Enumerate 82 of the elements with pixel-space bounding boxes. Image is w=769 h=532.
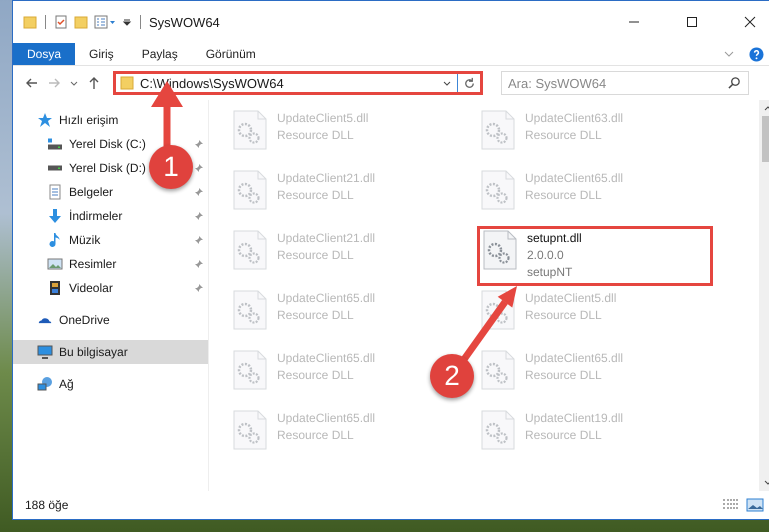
nav-item[interactable]: Ağ — [13, 372, 78, 396]
properties-icon[interactable] — [94, 15, 116, 29]
window-title: SysWOW64 — [149, 14, 220, 30]
gear-file-icon — [481, 110, 515, 150]
close-icon[interactable] — [744, 16, 756, 28]
file-name: UpdateClient21.dll — [277, 170, 376, 187]
search-field[interactable]: Ara: SysWOW64 — [501, 71, 749, 95]
ribbon-tab[interactable]: Görünüm — [192, 43, 270, 65]
file-name: UpdateClient19.dll — [525, 410, 624, 427]
back-arrow-icon[interactable] — [25, 76, 39, 90]
picture-icon — [47, 256, 63, 272]
file-detail: Resource DLL — [277, 427, 355, 444]
nav-item[interactable]: Hızlı erişim — [13, 108, 122, 132]
folder-icon — [120, 76, 134, 90]
gear-file-icon — [233, 290, 267, 330]
drive-icon — [47, 136, 63, 152]
file-name: UpdateClient65.dll — [277, 290, 376, 307]
gear-file-icon — [481, 170, 515, 210]
gear-file-icon — [233, 170, 267, 210]
download-arrow-icon — [47, 208, 63, 224]
file-detail: Resource DLL — [277, 367, 355, 384]
document-icon — [47, 184, 63, 200]
film-strip-icon — [47, 280, 63, 296]
nav-item[interactable]: Yerel Disk (D:) — [13, 156, 150, 180]
gear-file-icon — [481, 410, 515, 450]
file-name: UpdateClient5.dll — [525, 290, 616, 307]
up-arrow-icon[interactable] — [87, 76, 101, 90]
file-detail: Resource DLL — [525, 127, 603, 144]
refresh-icon[interactable] — [462, 76, 476, 90]
large-icons-view-icon[interactable] — [746, 498, 764, 512]
file-detail: Resource DLL — [277, 307, 355, 324]
ribbon-tab[interactable]: Dosya — [13, 43, 76, 65]
file-detail: Resource DLL — [525, 307, 603, 324]
file-name: UpdateClient65.dll — [277, 350, 376, 367]
checklist-icon[interactable] — [54, 15, 68, 29]
file-detail: Resource DLL — [525, 427, 603, 444]
address-bar[interactable]: C:\Windows\SysWOW64 — [113, 71, 483, 95]
nav-item[interactable]: İndirmeler — [13, 204, 126, 228]
gear-file-icon — [233, 110, 267, 150]
callout-number: 2 — [430, 354, 474, 398]
monitor-icon — [37, 344, 53, 360]
ribbon-tab[interactable]: Giriş — [75, 43, 128, 65]
nav-item[interactable]: Resimler — [13, 252, 120, 276]
network-globe-icon — [37, 376, 53, 392]
file-name: UpdateClient65.dll — [525, 170, 624, 187]
star-icon — [37, 112, 53, 128]
ribbon-tab[interactable]: Paylaş — [128, 43, 192, 65]
nav-item[interactable]: Yerel Disk (C:) — [13, 132, 150, 156]
file-name: setupnt.dll — [527, 230, 582, 247]
file-item[interactable]: setupnt.dll 2.0.0.0 setupNT — [477, 226, 713, 286]
nav-item[interactable]: OneDrive — [13, 308, 114, 332]
nav-item[interactable]: Belgeler — [13, 180, 118, 204]
nav-item[interactable]: Müzik — [13, 228, 104, 252]
gear-file-icon — [481, 290, 515, 330]
item-count: 188 öğe — [25, 498, 68, 512]
gear-file-icon — [483, 230, 517, 270]
callout-number: 1 — [149, 145, 193, 189]
maximize-icon[interactable] — [686, 16, 698, 28]
nav-item[interactable]: Videolar — [13, 276, 117, 300]
gear-file-icon — [233, 230, 267, 270]
folder-icon — [23, 15, 37, 29]
drive-icon — [47, 164, 63, 172]
file-detail: Resource DLL — [525, 367, 603, 384]
file-name: UpdateClient5.dll — [277, 110, 368, 127]
cloud-icon — [37, 316, 53, 324]
search-icon — [728, 76, 741, 89]
gear-file-icon — [233, 350, 267, 390]
gear-file-icon — [233, 410, 267, 450]
file-detail: Resource DLL — [525, 187, 603, 204]
nav-item[interactable]: Bu bilgisayar — [13, 340, 208, 364]
file-name: UpdateClient21.dll — [277, 230, 376, 247]
file-name: UpdateClient63.dll — [525, 110, 624, 127]
file-detail: Resource DLL — [277, 247, 355, 264]
file-detail: setupNT — [527, 264, 574, 281]
file-detail: Resource DLL — [277, 127, 355, 144]
help-icon[interactable] — [749, 46, 764, 62]
file-detail: 2.0.0.0 — [527, 247, 565, 264]
dropdown-caret-icon[interactable] — [122, 17, 132, 27]
file-detail: Resource DLL — [277, 187, 355, 204]
gear-file-icon — [481, 350, 515, 390]
file-name: UpdateClient65.dll — [277, 410, 376, 427]
file-name: UpdateClient65.dll — [525, 350, 624, 367]
